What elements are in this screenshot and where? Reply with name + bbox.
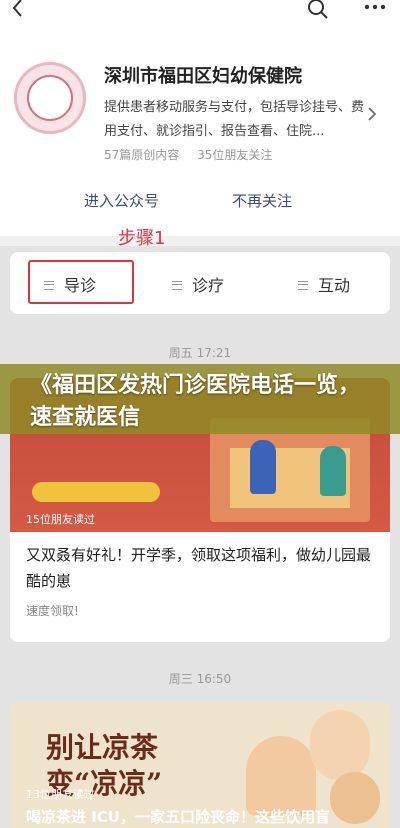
menu-item-label: 诊疗 [192,276,225,295]
account-profile-card: 深圳市福田区妇幼保健院 提供患者移动服务与支付，包括导诊挂号、费用支付、就诊指引… [0,26,400,246]
menu-item-interact[interactable]: 互动 [298,272,350,296]
unfollow-button[interactable]: 不再关注 [232,190,292,211]
menu-icon [298,281,308,290]
menu-icon [172,281,182,290]
menu-item-treatment[interactable]: 诊疗 [172,272,224,296]
menu-item-label: 互动 [318,276,351,295]
hospital-logo [14,62,86,134]
feed-timestamp: 周三 16:50 [168,672,232,686]
account-name: 深圳市福田区妇幼保健院 [104,66,302,87]
more-dots-icon[interactable] [362,0,388,18]
chevron-right-icon[interactable] [364,106,380,122]
article-subtitle: 速度领取! [26,604,79,618]
account-stats: 57篇原创内容 35位朋友关注 [104,146,272,163]
article-title: 又双叒有好礼！开学季，领取这项福利，做幼儿园最酷的崽 [26,546,372,590]
friend-follow-count: 35位朋友关注 [197,148,273,162]
friends-read-count: 13位朋友读过 [26,788,95,801]
step-highlight-box [28,260,134,304]
article-card[interactable]: 别让凉茶 变“凉凉” 13位朋友读过 喝凉茶进 ICU，一家五口险丧命！这些饮用… [10,702,390,828]
article-count: 57篇原创内容 [104,148,180,162]
friends-read-count: 15位朋友读过 [26,513,95,526]
chevron-left-icon[interactable] [6,0,30,20]
enter-account-button[interactable]: 进入公众号 [84,190,159,211]
top-nav-bar [0,0,400,26]
step-annotation: 步骤1 [118,228,166,249]
article-title: 喝凉茶进 ICU，一家五口险丧命！这些饮用盲 [26,808,330,826]
account-description[interactable]: 提供患者移动服务与支付，包括导诊挂号、费用支付、就诊指引、报告查看、住院... [104,96,364,144]
search-icon[interactable] [306,0,330,21]
cover-text-line1: 别让凉茶 [46,731,159,764]
headline-banner-text: 《福田区发热门诊医院电话一览，速查就医信 [30,373,361,430]
feed-timestamp: 周五 17:21 [168,346,232,360]
account-menu-bar: 导诊 诊疗 互动 [10,252,390,314]
